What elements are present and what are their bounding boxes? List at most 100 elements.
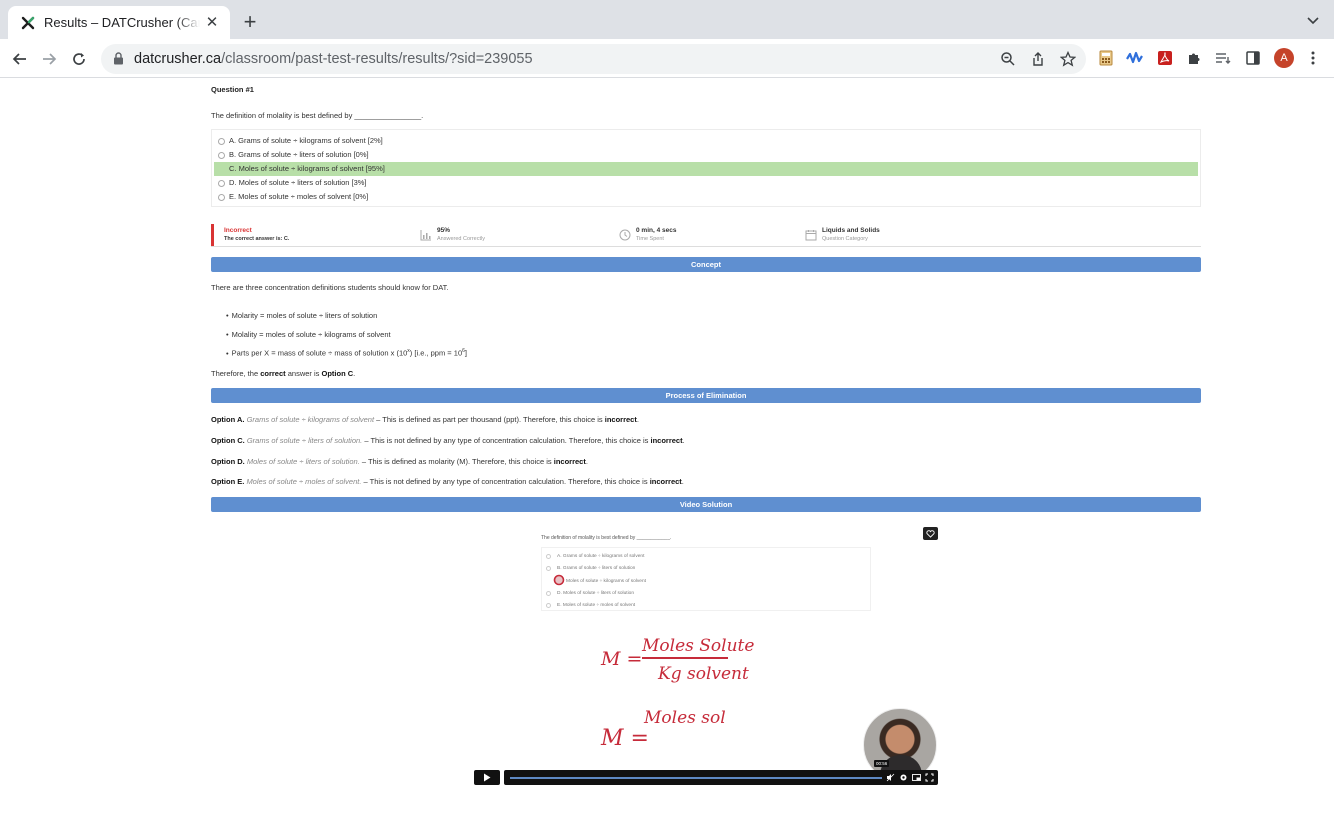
text: A. Grams of solute ÷ kilograms of solven… [557,554,645,559]
reading-list-icon[interactable] [1213,48,1233,68]
share-icon[interactable] [1028,49,1048,69]
time-label: Time Spent [636,236,664,242]
lock-icon[interactable] [113,52,125,66]
elimination-item: Option E. Moles of solute ÷ moles of sol… [211,477,684,486]
picture-in-picture-icon[interactable] [912,773,921,782]
handwriting-numerator: Moles Solute [642,636,755,656]
result-stats: Incorrect The correct answer is: C. 95% … [211,224,1201,247]
text: . [353,369,356,378]
settings-gear-icon[interactable] [899,773,908,782]
answer-options: A. Grams of solute ÷ kilograms of solven… [211,129,1201,207]
elimination-item: Option C. Grams of solute ÷ liters of so… [211,436,685,445]
explanation: – This is defined as molarity (M). There… [359,457,554,466]
percent-stat: 95% Answered Correctly [420,224,485,246]
address-bar[interactable]: datcrusher.ca/classroom/past-test-result… [101,44,1086,74]
verdict: incorrect [553,457,586,466]
option-d[interactable]: D. Moles of solute ÷ liters of solution … [214,176,1198,190]
new-tab-icon[interactable]: + [238,11,262,35]
red-circle-mark-icon [553,574,565,586]
side-panel-icon[interactable] [1243,48,1263,68]
text-bold: correct [260,369,286,378]
volume-muted-icon[interactable] [886,773,895,782]
play-icon[interactable] [474,770,500,785]
handwriting-denominator: Kg solvent [658,664,749,684]
video-controls: 00:56 [474,760,940,785]
correct-answer-label: The correct answer is: C. [224,236,290,242]
video-scrubber[interactable]: 00:56 [504,760,938,785]
video-solution-header[interactable]: Video Solution [211,497,1201,512]
percent-value: 95% [437,227,451,234]
bookmark-star-icon[interactable] [1058,49,1078,69]
bullet-molality: Molality = moles of solute ÷ kilograms o… [226,330,391,339]
option-name: Option D. [211,457,245,466]
option-b[interactable]: B. Grams of solute ÷ liters of solution … [214,148,1198,162]
text: Moles of solute ÷ kilograms of solvent [566,579,646,584]
fullscreen-icon[interactable] [925,773,934,782]
video-frame-option: A. Grams of solute ÷ kilograms of solven… [546,554,645,559]
radio-icon [218,137,225,145]
verdict: incorrect [650,436,683,445]
concept-conclusion: Therefore, the correct answer is Option … [211,369,355,378]
forward-arrow-icon[interactable] [37,47,61,71]
back-arrow-icon[interactable] [8,47,32,71]
explanation: – This is not defined by any type of con… [362,436,651,445]
tab-search-chevron-icon[interactable] [1306,13,1322,29]
option-c-correct[interactable]: C. Moles of solute ÷ kilograms of solven… [214,162,1198,176]
text: answer is [285,369,322,378]
option-a[interactable]: A. Grams of solute ÷ kilograms of solven… [214,134,1198,148]
radio-icon [546,566,551,571]
browser-toolbar: datcrusher.ca/classroom/past-test-result… [0,39,1334,78]
close-tab-icon[interactable]: ✕ [204,14,220,31]
profile-avatar[interactable]: A [1274,48,1294,68]
radio-icon [218,179,225,187]
video-player[interactable]: The definition of molality is best defin… [472,522,940,787]
text: B. Grams of solute ÷ liters of solution [557,566,636,571]
result-status: Incorrect The correct answer is: C. [211,224,289,246]
video-frame-options: A. Grams of solute ÷ kilograms of solven… [541,547,871,611]
tab-title: Results – DATCrusher (Canadian) [44,15,200,30]
status-label: Incorrect [224,227,252,234]
explanation: – This is not defined by any type of con… [361,477,650,486]
bullet-text: ] [464,348,467,358]
tab-strip: Results – DATCrusher (Canadian) ✕ + [0,0,1334,39]
browser-menu-icon[interactable] [1303,48,1323,68]
radio-icon [218,151,225,159]
clock-icon [619,228,631,241]
percent-label: Answered Correctly [437,236,485,242]
heart-icon[interactable] [923,527,938,540]
concept-header[interactable]: Concept [211,257,1201,272]
text: D. Moles of solute ÷ liters of solution [557,591,635,596]
url-text: datcrusher.ca/classroom/past-test-result… [134,51,533,67]
text-bold: Option C [321,369,354,378]
video-frame-option: D. Moles of solute ÷ liters of solution [546,591,635,596]
video-frame-question: The definition of molality is best defin… [541,535,672,541]
url-path: /classroom/past-test-results/results/?si… [221,51,533,67]
category-label: Question Category [822,236,868,242]
explanation: – This is defined as part per thousand (… [374,415,605,424]
verdict: incorrect [604,415,637,424]
option-formula: Moles of solute ÷ moles of solvent. [246,477,362,486]
radio-icon [218,166,225,173]
bullet-text: Parts per X = mass of solute ÷ mass of s… [231,348,408,358]
pdf-extension-icon[interactable] [1155,48,1175,68]
calculator-extension-icon[interactable] [1096,48,1116,68]
browser-tab[interactable]: Results – DATCrusher (Canadian) ✕ [8,6,230,39]
url-domain: datcrusher.ca [134,51,222,67]
elimination-item: Option D. Moles of solute ÷ liters of so… [211,457,588,466]
concept-intro: There are three concentration definition… [211,283,449,292]
option-name: Option C. [211,436,245,445]
bullet-parts-per: Parts per X = mass of solute ÷ mass of s… [226,348,467,358]
zoom-icon[interactable] [998,49,1018,69]
bar-chart-icon [420,228,432,241]
elimination-header[interactable]: Process of Elimination [211,388,1201,403]
option-e[interactable]: E. Moles of solute ÷ moles of solvent [0… [214,190,1198,204]
text: . [585,457,588,466]
reload-icon[interactable] [67,47,91,71]
wave-extension-icon[interactable] [1125,48,1145,68]
progress-track[interactable] [510,777,882,779]
option-name: Option E. [211,477,245,486]
extensions-puzzle-icon[interactable] [1184,48,1204,68]
handwriting-partial: Moles sol [644,708,726,728]
text: . [681,477,684,486]
radio-icon [218,193,225,201]
